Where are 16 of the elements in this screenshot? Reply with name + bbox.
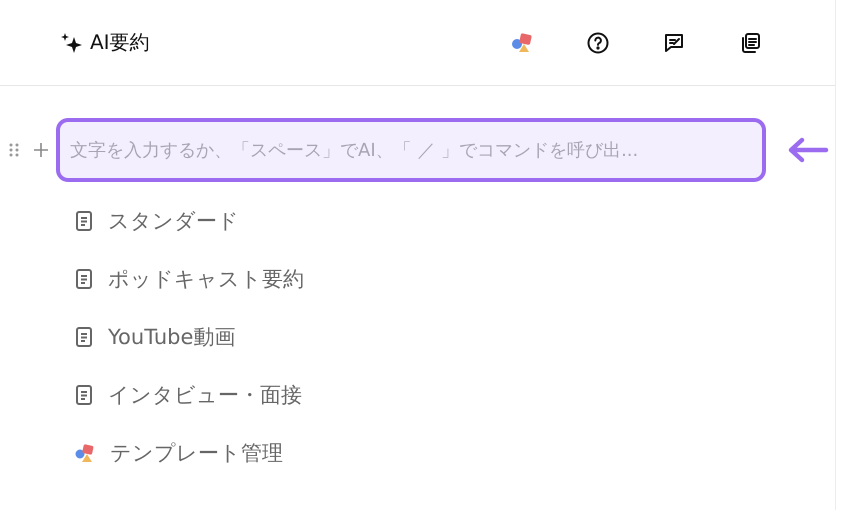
sparkle-icon: [60, 32, 84, 54]
document-icon: [74, 268, 94, 290]
page-title: AI要約: [90, 29, 150, 56]
template-item[interactable]: テンプレート管理: [110, 439, 283, 467]
help-icon[interactable]: [585, 30, 611, 56]
drag-handle-icon[interactable]: [8, 142, 20, 158]
template-item[interactable]: ポッドキャスト要約: [108, 265, 304, 293]
template-item[interactable]: インタビュー・面接: [108, 381, 302, 409]
shapes-icon: [74, 442, 96, 464]
template-item[interactable]: YouTube動画: [108, 323, 236, 351]
text-input-field[interactable]: 文字を入力するか、「スペース」でAI、「 ／ 」でコマンドを呼び出...: [56, 118, 766, 182]
document-icon: [74, 210, 94, 232]
document-icon: [74, 384, 94, 406]
template-item[interactable]: スタンダード: [108, 207, 239, 235]
document-icon: [74, 326, 94, 348]
add-icon[interactable]: [32, 141, 50, 159]
